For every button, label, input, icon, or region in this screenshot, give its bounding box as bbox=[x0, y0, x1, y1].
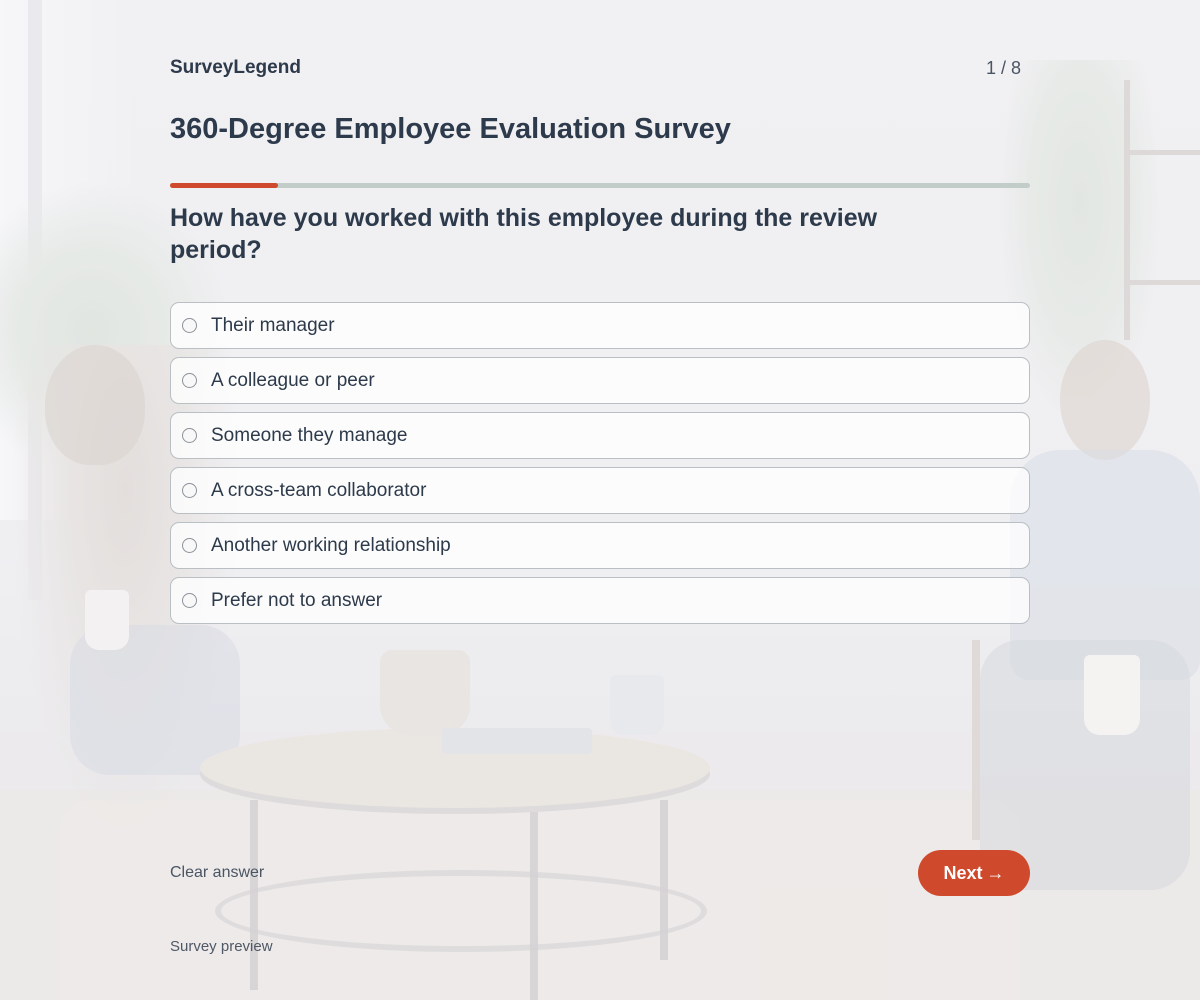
answer-option-label: Someone they manage bbox=[211, 424, 408, 446]
survey-panel: SurveyLegend 1 / 8 360-Degree Employee E… bbox=[170, 0, 1030, 1000]
answer-option-label: A colleague or peer bbox=[211, 369, 375, 391]
next-button[interactable]: Next → bbox=[918, 850, 1030, 896]
clear-answer-link[interactable]: Clear answer bbox=[170, 864, 264, 882]
answer-option-colleague-or-peer[interactable]: A colleague or peer bbox=[170, 357, 1030, 404]
radio-button[interactable] bbox=[182, 483, 197, 498]
survey-preview-footer: Survey preview bbox=[170, 938, 273, 955]
answer-option-their-manager[interactable]: Their manager bbox=[170, 302, 1030, 349]
question-text: How have you worked with this employee d… bbox=[170, 204, 878, 264]
brand-logo: SurveyLegend bbox=[170, 57, 301, 78]
question-counter: 1 / 8 bbox=[985, 58, 1021, 78]
radio-button[interactable] bbox=[182, 593, 197, 608]
answer-options: Their manager A colleague or peer Someon… bbox=[170, 302, 1030, 632]
radio-button[interactable] bbox=[182, 318, 197, 333]
survey-title: 360-Degree Employee Evaluation Survey bbox=[170, 113, 731, 145]
answer-option-label: A cross-team collaborator bbox=[211, 479, 427, 501]
answer-option-someone-they-manage[interactable]: Someone they manage bbox=[170, 412, 1030, 459]
progress-bar-fill bbox=[170, 183, 278, 188]
progress-bar bbox=[170, 183, 1030, 188]
answer-option-label: Another working relationship bbox=[211, 534, 451, 556]
arrow-right-icon: → bbox=[986, 862, 1005, 883]
answer-option-prefer-not-to-answer[interactable]: Prefer not to answer bbox=[170, 577, 1030, 624]
answer-option-label: Their manager bbox=[211, 314, 335, 336]
answer-option-another-relationship[interactable]: Another working relationship bbox=[170, 522, 1030, 569]
next-button-label: Next bbox=[943, 862, 983, 883]
radio-button[interactable] bbox=[182, 373, 197, 388]
answer-option-label: Prefer not to answer bbox=[211, 589, 383, 611]
radio-button[interactable] bbox=[182, 428, 197, 443]
radio-button[interactable] bbox=[182, 538, 197, 553]
answer-option-cross-team-collaborator[interactable]: A cross-team collaborator bbox=[170, 467, 1030, 514]
